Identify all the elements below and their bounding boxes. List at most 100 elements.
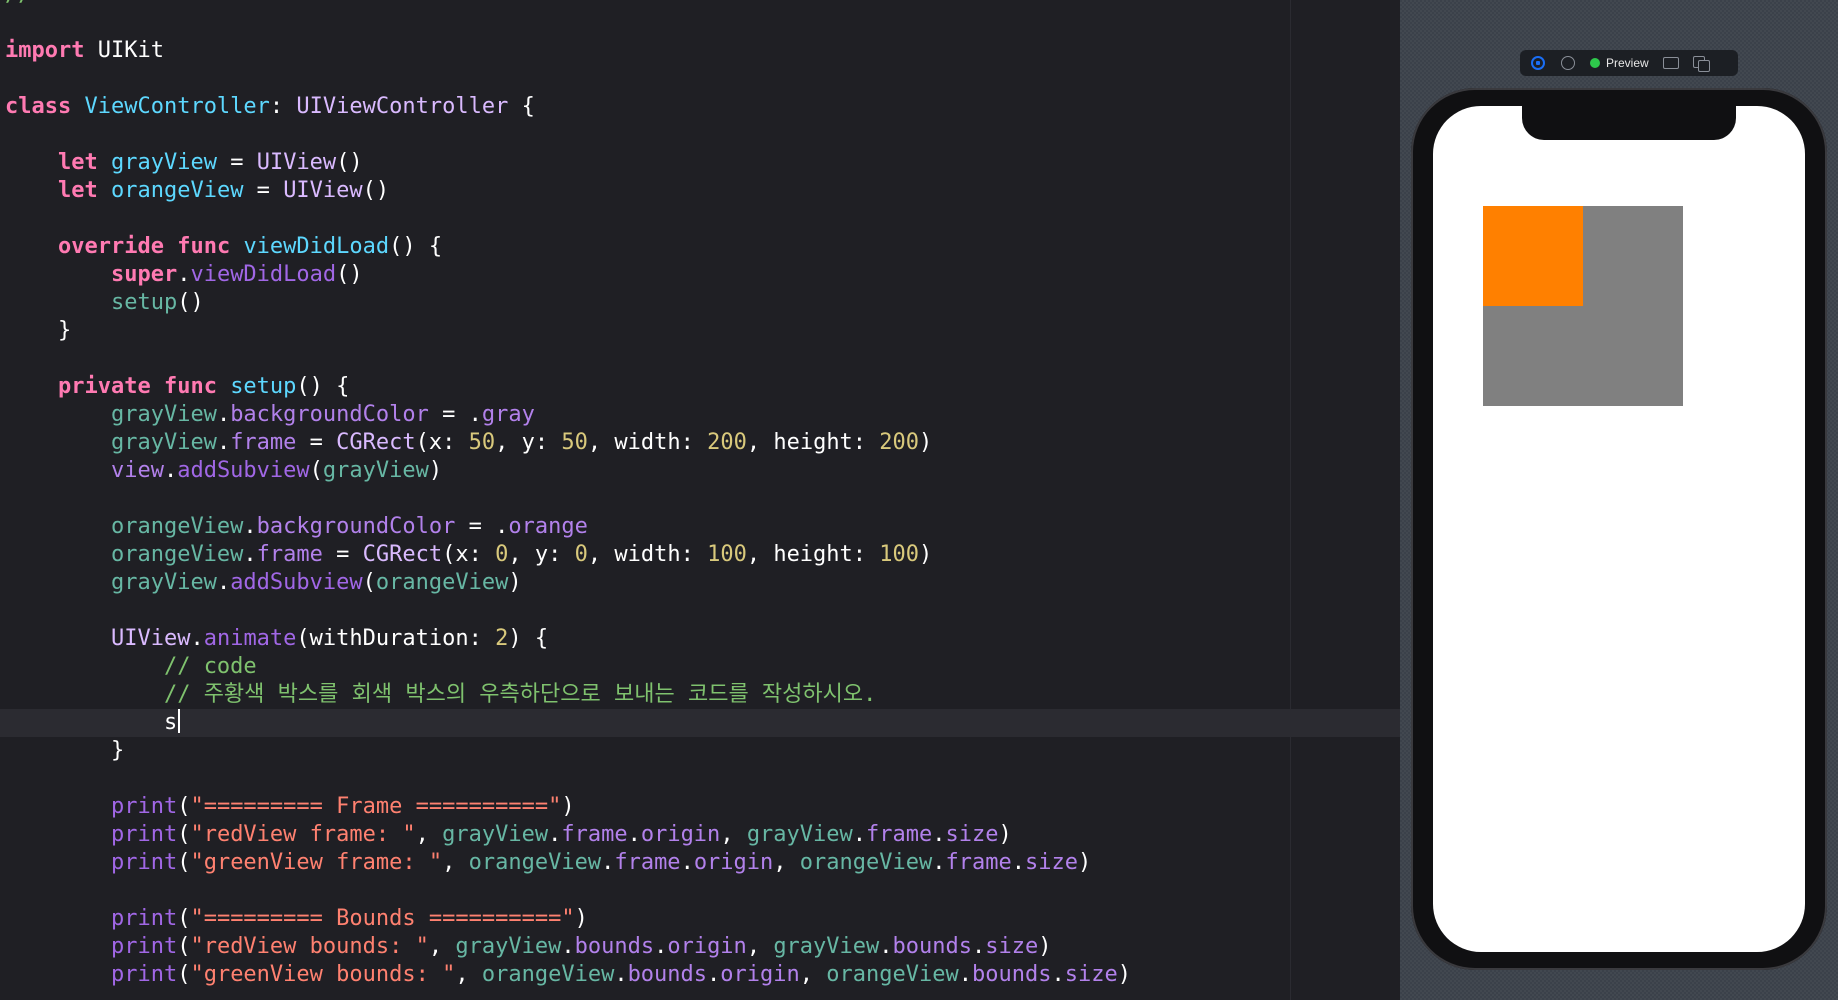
code-line[interactable]: //	[5, 0, 1400, 9]
preview-status[interactable]: Preview	[1590, 56, 1649, 70]
gray-view	[1483, 206, 1683, 406]
code-line[interactable]: }	[5, 737, 1400, 765]
code-line[interactable]: import UIKit	[5, 37, 1400, 65]
code-token: () {	[389, 234, 443, 259]
code-token: (x:	[442, 542, 496, 567]
code-token: (	[177, 850, 191, 875]
code-line[interactable]	[5, 205, 1400, 233]
code-token: ,	[746, 934, 774, 959]
code-editor[interactable]: // import UIKit class ViewController: UI…	[0, 0, 1400, 1000]
code-token: print	[110, 934, 178, 959]
text-cursor	[178, 709, 181, 733]
code-token: bounds	[971, 962, 1052, 987]
code-line[interactable]: super.viewDidLoad()	[5, 261, 1400, 289]
live-preview-icon[interactable]	[1530, 55, 1546, 71]
code-line[interactable]: UIView.animate(withDuration: 2) {	[5, 625, 1400, 653]
code-token: ()	[362, 178, 390, 203]
code-line[interactable]	[5, 345, 1400, 373]
code-token: )	[1117, 962, 1131, 987]
code-line[interactable]: private func setup() {	[5, 373, 1400, 401]
code-token: grayView	[110, 430, 217, 455]
code-token: 50	[561, 430, 588, 455]
preview-canvas: Preview	[1400, 0, 1838, 1000]
code-token: (	[362, 570, 376, 595]
code-token: frame	[866, 822, 933, 847]
code-token: ,	[799, 962, 827, 987]
code-token: gray	[481, 402, 535, 427]
code-line[interactable]	[5, 765, 1400, 793]
code-line[interactable]: override func viewDidLoad() {	[5, 233, 1400, 261]
code-line[interactable]: }	[5, 317, 1400, 345]
code-token: // code	[163, 654, 257, 679]
code-line[interactable]: print("========= Bounds ==========")	[5, 905, 1400, 933]
code-token: .	[216, 402, 231, 427]
code-token: orangeView	[375, 570, 509, 595]
code-line[interactable]	[5, 65, 1400, 93]
code-token: UIViewController	[296, 94, 509, 119]
code-line[interactable]	[5, 9, 1400, 37]
code-line[interactable]: print("greenView frame: ", orangeView.fr…	[5, 849, 1400, 877]
code-line[interactable]	[5, 877, 1400, 905]
code-line[interactable]: print("redView frame: ", grayView.frame.…	[5, 821, 1400, 849]
code-line[interactable]: grayView.addSubview(orangeView)	[5, 569, 1400, 597]
code-line[interactable]	[5, 121, 1400, 149]
code-token: frame	[230, 430, 297, 455]
code-line[interactable]	[5, 597, 1400, 625]
code-line[interactable]: setup()	[5, 289, 1400, 317]
current-code-line[interactable]: s	[0, 709, 1400, 737]
code-token: frame	[614, 850, 681, 875]
code-line[interactable]: class ViewController: UIViewController {	[5, 93, 1400, 121]
code-line[interactable]: print("========= Frame ==========")	[5, 793, 1400, 821]
code-token: .	[958, 962, 972, 987]
code-token: setup	[110, 290, 178, 315]
code-token: orangeView	[481, 962, 615, 987]
code-line[interactable]: let orangeView = UIView()	[5, 177, 1400, 205]
code-token: .	[852, 822, 867, 847]
code-token: , width:	[587, 542, 708, 567]
code-line[interactable]: orangeView.backgroundColor = .orange	[5, 513, 1400, 541]
device-settings-icon[interactable]	[1662, 55, 1679, 71]
code-token: .	[1011, 850, 1025, 875]
code-line[interactable]: grayView.frame = CGRect(x: 50, y: 50, wi…	[5, 429, 1400, 457]
code-line[interactable]: grayView.backgroundColor = .gray	[5, 401, 1400, 429]
code-token: (	[177, 906, 191, 931]
code-token: orangeView	[110, 542, 244, 567]
code-token: 200	[707, 430, 747, 455]
code-token: 50	[468, 430, 496, 455]
code-token: =	[296, 430, 337, 455]
code-token: (	[177, 794, 191, 819]
code-line[interactable]: view.addSubview(grayView)	[5, 457, 1400, 485]
code-token: (withDuration:	[296, 626, 496, 651]
code-line[interactable]: print("redView bounds: ", grayView.bound…	[5, 933, 1400, 961]
code-token: )	[561, 794, 575, 819]
code-token: )	[1038, 934, 1052, 959]
code-token: print	[110, 822, 178, 847]
status-dot-icon	[1590, 58, 1600, 68]
device-notch	[1522, 106, 1736, 140]
code-token: ViewController	[84, 94, 270, 119]
source-code[interactable]: // import UIKit class ViewController: UI…	[0, 0, 1400, 989]
code-line[interactable]: // 주황색 박스를 회색 박스의 우측하단으로 보내는 코드를 작성하시오.	[5, 681, 1400, 709]
code-token: .	[243, 514, 257, 539]
code-token: backgroundColor	[230, 402, 429, 427]
code-token: print	[110, 850, 178, 875]
selectable-mode-icon[interactable]	[1560, 55, 1576, 71]
code-line[interactable]	[5, 485, 1400, 513]
code-token: size	[945, 822, 999, 847]
code-token: (	[177, 934, 191, 959]
code-line[interactable]: print("greenView bounds: ", orangeView.b…	[5, 961, 1400, 989]
code-token: = .	[428, 402, 482, 427]
code-line[interactable]: // code	[5, 653, 1400, 681]
code-line[interactable]: orangeView.frame = CGRect(x: 0, y: 0, wi…	[5, 541, 1400, 569]
duplicate-preview-icon[interactable]	[1692, 55, 1710, 72]
code-token: orangeView	[799, 850, 933, 875]
code-token: print	[110, 794, 178, 819]
code-line[interactable]: let grayView = UIView()	[5, 149, 1400, 177]
code-token: orangeView	[468, 850, 602, 875]
